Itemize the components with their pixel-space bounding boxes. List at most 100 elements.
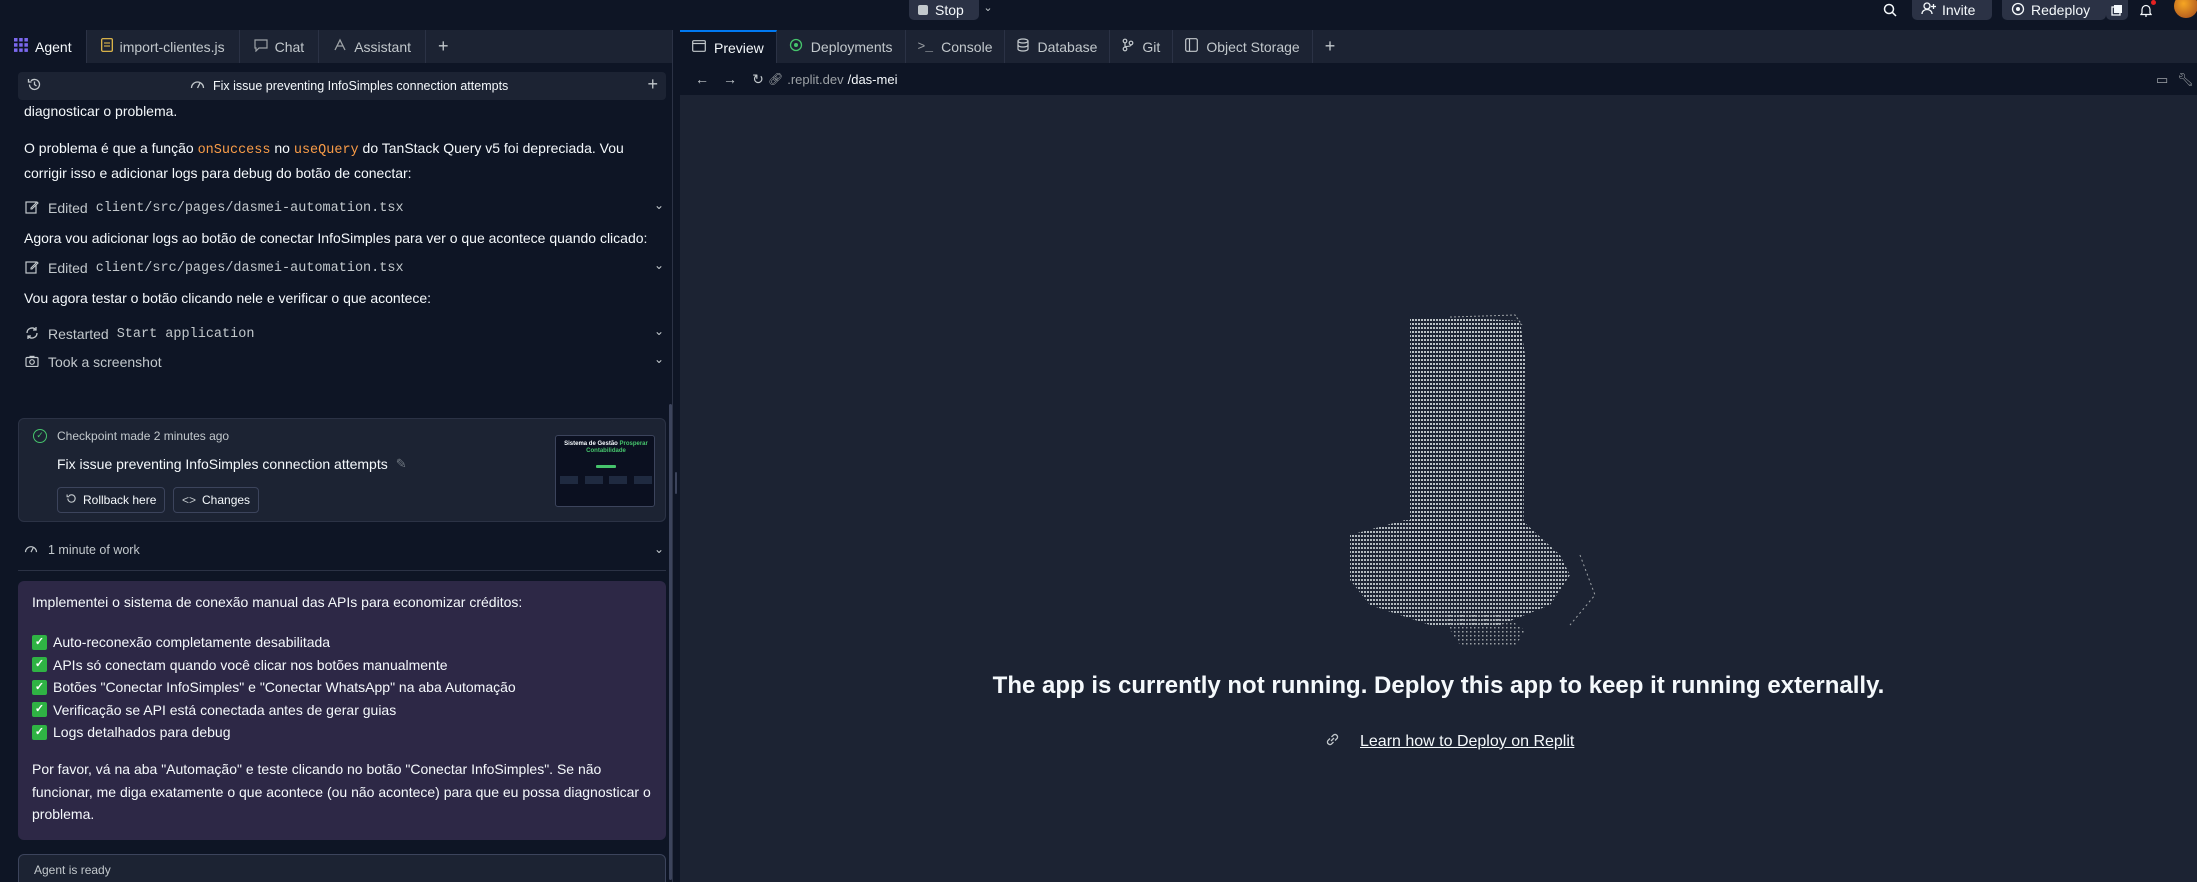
new-tab-plus-icon[interactable]: + <box>426 30 461 63</box>
tab-label: Chat <box>274 38 305 55</box>
tab-database[interactable]: Database <box>1005 30 1111 63</box>
list-item-text: Auto-reconexão completamente desabilitad… <box>53 634 331 651</box>
screenshot-label: Took a screenshot <box>48 354 162 370</box>
chevron-down-icon: ⌄ <box>653 542 664 556</box>
stop-button[interactable]: Stop <box>909 0 979 20</box>
restarted-target: Start application <box>116 326 255 342</box>
invite-label: Invite <box>1942 2 1976 18</box>
forward-arrow-icon[interactable]: → <box>716 71 744 87</box>
search-icon[interactable] <box>1880 0 1900 20</box>
workspace-panel: Preview Deployments >_ Console Database … <box>680 30 2197 882</box>
restart-row[interactable]: Restarted Start application ⌄ <box>24 322 664 346</box>
list-item-text: Botões "Conectar InfoSimples" e "Conecta… <box>53 679 516 696</box>
message-composer: Agent is ready <box>18 854 666 882</box>
top-bar: Stop ⌄ Invite Redeploy <box>0 0 2197 22</box>
thread-title-text: Fix issue preventing InfoSimples connect… <box>213 78 509 93</box>
tab-import-clientes[interactable]: import-clientes.js <box>87 30 240 63</box>
tab-label: Database <box>1037 38 1098 55</box>
tab-agent[interactable]: Agent <box>0 30 87 63</box>
thumbnail-title: Sistema de Gestão Prosperar Contabilidad… <box>560 441 652 455</box>
thumbnail-button <box>596 465 616 468</box>
tab-label: Object Storage <box>1206 38 1300 55</box>
left-tab-bar: Agent import-clientes.js Chat Assistant … <box>0 30 672 63</box>
list-item: ✓ Botões "Conectar InfoSimples" e "Conect… <box>32 676 516 699</box>
thread-header: Fix issue preventing InfoSimples connect… <box>18 72 666 100</box>
preview-viewport: The app is currently not running. Deploy… <box>680 95 2197 882</box>
agent-status: Agent is ready <box>34 863 111 877</box>
thumb-title-green: Prosperar <box>619 441 648 447</box>
chevron-down-icon: ⌄ <box>653 258 664 272</box>
pencil-icon[interactable]: ✎ <box>396 456 407 472</box>
chat-icon <box>254 38 268 55</box>
reply-intro: Implementei o sistema de conexão manual … <box>32 594 523 610</box>
chevron-down-icon[interactable]: ⌄ <box>980 0 996 20</box>
rollback-button[interactable]: Rollback here <box>57 487 166 513</box>
thumb-subtitle: Contabilidade <box>586 448 626 454</box>
url-field[interactable]: 🔗︎ .replit.dev/das-mei <box>768 68 2133 90</box>
tab-assistant[interactable]: Assistant <box>319 30 427 63</box>
restart-icon <box>24 326 40 343</box>
link-icon <box>1325 732 1340 751</box>
checkpoint-meta: Checkpoint made 2 minutes ago <box>57 429 230 443</box>
list-item-text: Logs detalhados para debug <box>53 724 231 741</box>
invite-button[interactable]: Invite <box>1912 0 1992 20</box>
chat-partial-line: diagnosticar o problema. <box>24 103 178 119</box>
check-mark-icon: ✓ <box>32 724 47 740</box>
text: no <box>270 140 294 156</box>
tab-label: Assistant <box>354 38 412 55</box>
edit-icon <box>24 200 40 217</box>
wrench-icon[interactable]: 🔧︎ <box>2177 72 2194 88</box>
tab-label: Preview <box>714 39 764 56</box>
tab-object-storage[interactable]: Object Storage <box>1173 30 1313 63</box>
thread-title[interactable]: Fix issue preventing InfoSimples connect… <box>190 78 508 93</box>
panel-splitter[interactable] <box>672 30 680 882</box>
tab-console[interactable]: >_ Console <box>906 30 1006 63</box>
tab-label: Agent <box>35 38 72 55</box>
chat-paragraph-3: Vou agora testar o botão clicando nele e… <box>24 290 432 306</box>
history-icon <box>66 493 77 507</box>
deploy-icon <box>2011 2 2025 19</box>
avatar[interactable] <box>2174 0 2197 18</box>
inline-code: onSuccess <box>197 143 271 158</box>
back-arrow-icon[interactable]: ← <box>688 71 716 87</box>
learn-deploy-link[interactable]: Learn how to Deploy on Replit <box>1325 732 1574 751</box>
edited-file-row[interactable]: Edited client/src/pages/dasmei-automatio… <box>24 196 664 220</box>
new-tab-plus-icon[interactable]: + <box>1313 30 1348 63</box>
splitter-handle[interactable] <box>675 472 677 494</box>
tab-deployments[interactable]: Deployments <box>777 30 906 63</box>
tab-chat[interactable]: Chat <box>240 30 320 63</box>
chevron-down-icon: ⌄ <box>653 324 664 338</box>
check-mark-icon: ✓ <box>32 702 47 718</box>
devtools-icon[interactable]: ▭ <box>2156 72 2168 88</box>
right-tab-bar: Preview Deployments >_ Console Database … <box>680 30 2197 63</box>
new-thread-plus-icon[interactable]: + <box>647 74 658 95</box>
chat-paragraph-1: O problema é que a função onSuccess no u… <box>24 137 664 184</box>
redeploy-button[interactable]: Redeploy <box>2002 0 2106 20</box>
multiplayer-icon[interactable] <box>2106 0 2128 20</box>
edited-file-row[interactable]: Edited client/src/pages/dasmei-automatio… <box>24 256 664 280</box>
checkpoint-screenshot-thumbnail[interactable]: Sistema de Gestão Prosperar Contabilidad… <box>555 435 655 507</box>
reply-outro: Por favor, vá na aba "Automação" e teste… <box>32 761 651 822</box>
object-storage-icon <box>1185 38 1199 55</box>
redeploy-label: Redeploy <box>2031 2 2091 18</box>
tab-preview[interactable]: Preview <box>680 30 777 63</box>
work-duration-row[interactable]: 1 minute of work ⌄ <box>24 538 664 562</box>
gauge-icon <box>190 78 205 93</box>
thumb-title-white: Sistema de Gestão <box>564 441 618 447</box>
list-item: ✓ Auto-reconexão completamente desabilita… <box>32 631 516 654</box>
learn-deploy-link-text: Learn how to Deploy on Replit <box>1360 732 1575 750</box>
preview-icon <box>692 40 706 55</box>
check-mark-icon: ✓ <box>32 679 47 695</box>
agent-panel: Agent import-clientes.js Chat Assistant … <box>0 30 672 882</box>
tab-git[interactable]: Git <box>1110 30 1174 63</box>
divider <box>18 570 666 571</box>
screenshot-row[interactable]: Took a screenshot ⌄ <box>24 350 664 374</box>
text: O problema é que a função <box>24 140 198 156</box>
tab-label: Deployments <box>810 38 893 55</box>
edited-file-path: client/src/pages/dasmei-automation.tsx <box>95 200 404 216</box>
checkpoint-card: ✓ Checkpoint made 2 minutes ago Fix issu… <box>18 418 666 522</box>
history-icon[interactable] <box>27 77 42 96</box>
changes-button[interactable]: <> Changes <box>173 487 260 513</box>
reply-checklist: ✓ Auto-reconexão completamente desabilita… <box>32 631 516 744</box>
chevron-down-icon: ⌄ <box>653 198 664 212</box>
